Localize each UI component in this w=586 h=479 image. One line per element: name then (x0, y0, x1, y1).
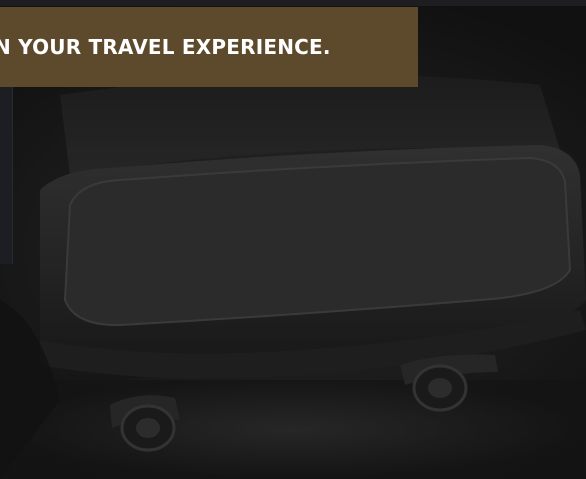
hero-section: N YOUR TRAVEL EXPERIENCE. (0, 0, 586, 479)
headline-text: N YOUR TRAVEL EXPERIENCE. (0, 35, 331, 59)
side-panel (0, 86, 13, 264)
headline-banner: N YOUR TRAVEL EXPERIENCE. (0, 7, 418, 87)
